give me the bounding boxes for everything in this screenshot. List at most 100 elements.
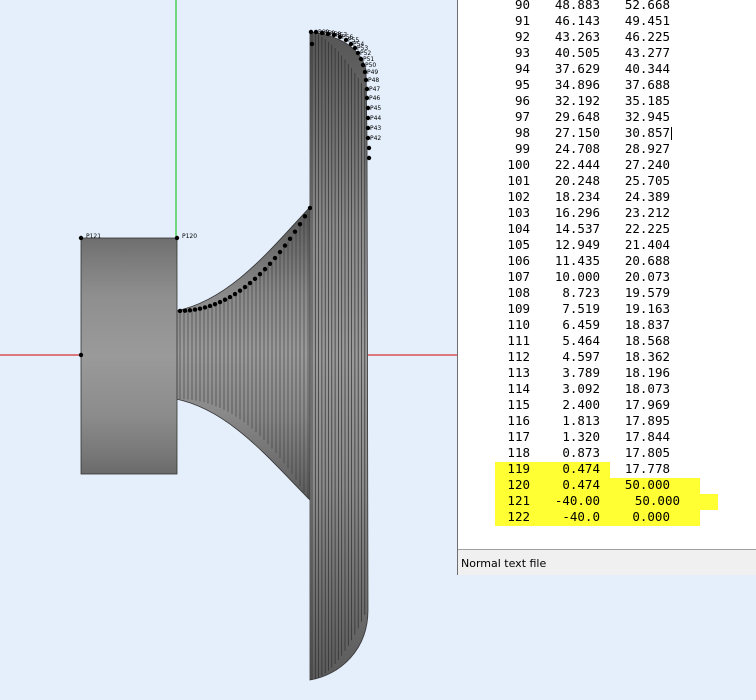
table-row[interactable]: 105 12.949 21.404 [458,237,756,253]
profile-point[interactable] [197,306,203,311]
row-y-value: 18.073 [624,381,670,396]
table-row[interactable]: 111 5.464 18.568 [458,333,756,349]
point-label: P48 [368,77,379,84]
row-y-value: 18.362 [624,349,670,364]
row-x-value: 3.789 [562,365,600,380]
row-x-value: 16.296 [554,205,600,220]
profile-point[interactable] [202,305,208,310]
table-row[interactable]: 97 29.648 32.945 [458,109,756,125]
profile-point[interactable] [232,291,238,297]
profile-point[interactable] [242,284,248,290]
throat-cylinder [80,237,178,475]
profile-point[interactable] [237,288,243,293]
row-y-value: 21.404 [624,237,670,252]
profile-point[interactable] [366,145,372,151]
profile-point[interactable] [217,299,223,305]
profile-point[interactable] [257,271,263,277]
point-label: P43 [370,125,381,132]
profile-point[interactable] [307,205,313,211]
table-row[interactable]: 115 2.400 17.969 [458,397,756,413]
profile-point[interactable] [207,303,213,309]
table-row[interactable]: 120 0.474 50.000 [458,477,756,493]
profile-point[interactable] [292,229,298,234]
profile-point[interactable] [272,255,278,261]
table-row[interactable]: 90 48.883 52.668 [458,0,756,13]
table-row[interactable]: 102 18.234 24.389 [458,189,756,205]
table-row[interactable]: 104 14.537 22.225 [458,221,756,237]
table-row[interactable]: 95 34.896 37.688 [458,77,756,93]
table-row[interactable]: 118 0.873 17.805 [458,445,756,461]
row-index: 122 [507,509,530,524]
table-row[interactable]: 122 -40.0 0.000 [458,509,756,525]
table-row[interactable]: 99 24.708 28.927 [458,141,756,157]
profile-point[interactable] [192,307,198,312]
profile-point[interactable] [302,214,308,219]
row-index: 91 [514,13,530,28]
profile-point[interactable] [287,236,293,242]
profile-point[interactable] [282,243,288,248]
profile-point[interactable] [247,280,253,286]
table-row[interactable]: 98 27.150 30.857 [458,125,756,141]
table-row[interactable]: 108 8.723 19.579 [458,285,756,301]
text-editor-area[interactable]: 90 48.883 52.668 91 46.143 49.451 92 43.263 46.2… [458,0,756,549]
text-editor-panel[interactable]: 90 48.883 52.668 91 46.143 49.451 92 43.263 46.2… [457,0,756,575]
table-row[interactable]: 113 3.789 18.196 [458,365,756,381]
row-y-value: 18.837 [624,317,670,332]
table-row[interactable]: 110 6.459 18.837 [458,317,756,333]
table-row[interactable]: 116 1.813 17.895 [458,413,756,429]
profile-point[interactable] [252,276,258,281]
profile-point[interactable] [277,249,283,255]
table-row[interactable]: 121 -40.00 50.000 [458,493,756,509]
row-index: 98 [514,125,530,140]
profile-point[interactable] [308,29,314,35]
profile-point[interactable] [174,235,180,241]
row-x-value: 10.000 [554,269,600,284]
table-row[interactable]: 112 4.597 18.362 [458,349,756,365]
profile-point[interactable] [366,155,372,161]
row-y-value: 17.778 [624,461,670,476]
model-scene[interactable]: P121 P120 P60P59P58P57P56P55P54P53P52P51… [0,0,458,700]
table-row[interactable]: 107 10.000 20.073 [458,269,756,285]
profile-point[interactable] [297,221,303,227]
row-index: 92 [514,29,530,44]
row-x-value: 22.444 [554,157,600,172]
row-y-value: 37.688 [624,77,670,92]
point-label: P44 [370,115,381,122]
row-index: 95 [514,77,530,92]
profile-point[interactable] [262,266,268,272]
table-row[interactable]: 119 0.474 17.778 [458,461,756,477]
profile-point[interactable] [227,294,233,300]
table-row[interactable]: 92 43.263 46.225 [458,29,756,45]
row-index: 110 [507,317,530,332]
table-row[interactable]: 109 7.519 19.163 [458,301,756,317]
table-row[interactable]: 96 32.192 35.185 [458,93,756,109]
profile-point[interactable] [182,308,188,313]
table-row[interactable]: 91 46.143 49.451 [458,13,756,29]
profile-point[interactable] [78,235,84,241]
profile-point[interactable] [177,308,183,314]
point-label: P50 [365,62,376,69]
table-row[interactable]: 101 20.248 25.705 [458,173,756,189]
row-x-value: 4.597 [562,349,600,364]
table-row[interactable]: 93 40.505 43.277 [458,45,756,61]
profile-point[interactable] [267,261,273,266]
table-row[interactable]: 103 16.296 23.212 [458,205,756,221]
row-y-value: 17.805 [624,445,670,460]
table-row[interactable]: 94 37.629 40.344 [458,61,756,77]
row-index: 105 [507,237,530,252]
profile-point[interactable] [212,301,218,307]
table-row[interactable]: 114 3.092 18.073 [458,381,756,397]
profile-point[interactable] [187,308,193,313]
profile-point[interactable] [78,352,84,358]
table-row[interactable]: 117 1.320 17.844 [458,429,756,445]
3d-viewport[interactable]: P121 P120 P60 P59 P58 P57 P56 P55 P54 P53 P52 P51… [0,0,458,700]
table-row[interactable]: 100 22.444 27.240 [458,157,756,173]
profile-point[interactable] [222,297,228,302]
row-index: 99 [514,141,530,156]
row-x-value: 0.474 [562,461,600,476]
row-y-value: 20.073 [624,269,670,284]
point-label: P47 [369,86,380,93]
profile-point[interactable] [309,41,315,47]
row-y-value: 22.225 [624,221,670,236]
table-row[interactable]: 106 11.435 20.688 [458,253,756,269]
